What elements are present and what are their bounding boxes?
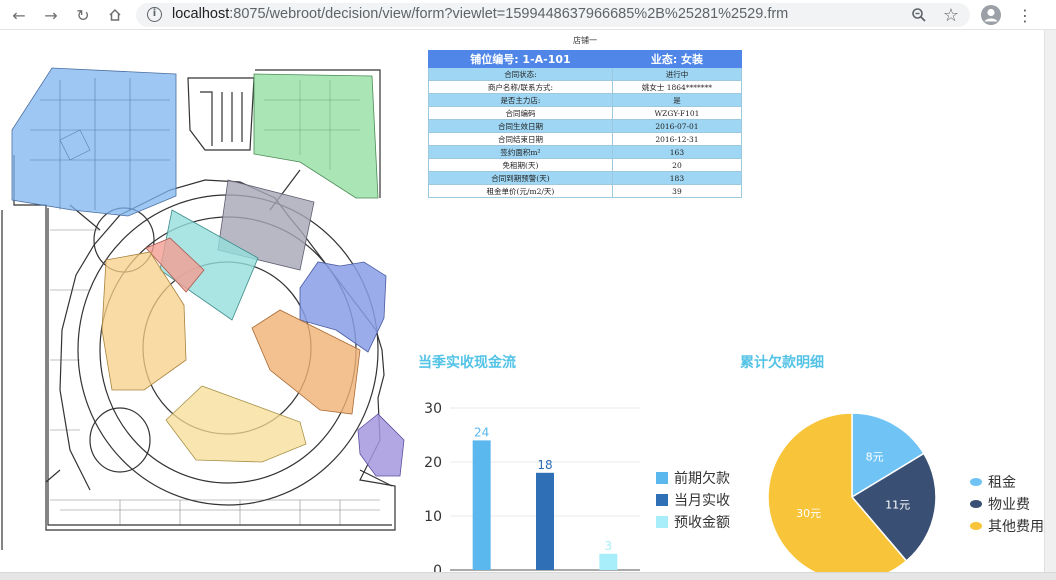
bar xyxy=(472,440,491,570)
reload-icon[interactable]: ↻ xyxy=(72,4,94,26)
row-label: 合同结束日期 xyxy=(428,132,613,146)
row-label: 免租期(天) xyxy=(428,158,613,172)
url-path: :8075/webroot/decision/view/form?viewlet… xyxy=(229,6,789,22)
table-row: 合同生效日期 2016-07-01 xyxy=(428,119,743,133)
legend-label: 当月实收 xyxy=(674,493,730,509)
home-icon[interactable] xyxy=(104,4,126,26)
pie-slice-label: 8元 xyxy=(866,451,884,464)
table-row: 合同结束日期 2016-12-31 xyxy=(428,132,743,146)
table-row: 商户名称/联系方式: 姚女士 1864******* xyxy=(428,80,743,94)
menu-dots-icon[interactable]: ⋮ xyxy=(1014,4,1036,26)
row-value: 2016-12-31 xyxy=(611,132,743,146)
url-text[interactable]: localhost:8075/webroot/decision/view/for… xyxy=(172,6,788,22)
table-row: 租金单价(元/m2/天) 39 xyxy=(428,184,743,198)
vertical-scrollbar[interactable] xyxy=(1044,30,1056,580)
row-label: 合同状态: xyxy=(428,67,613,81)
legend-label: 其他费用 xyxy=(988,519,1044,535)
legend-swatch xyxy=(656,494,668,506)
legend-label: 预收金额 xyxy=(674,515,730,531)
profile-avatar-icon[interactable] xyxy=(980,4,1002,26)
horizontal-scrollbar[interactable] xyxy=(0,572,1056,580)
table-row: 合同状态: 进行中 xyxy=(428,67,743,81)
info-icon[interactable]: i xyxy=(147,7,162,22)
table-row: 合同编码 WZGY-F101 xyxy=(428,106,743,120)
pie-slice-label: 11元 xyxy=(885,498,910,511)
row-value: 39 xyxy=(611,184,743,198)
y-tick-label: 10 xyxy=(424,509,442,525)
bar-data-label: 3 xyxy=(605,539,613,553)
cashflow-bar-chart: 010203024183店铺一前期欠款当月实收预收金额 xyxy=(424,401,730,575)
y-tick-label: 20 xyxy=(424,455,442,471)
url-host: localhost xyxy=(172,6,230,22)
legend-swatch xyxy=(656,472,668,484)
bar xyxy=(536,472,554,570)
bar-data-label: 18 xyxy=(537,458,552,472)
legend-swatch xyxy=(656,516,668,528)
mall-floorplan xyxy=(1,67,405,550)
legend-marker xyxy=(970,500,982,508)
legend-label: 租金 xyxy=(988,475,1016,491)
table-header-row: 铺位编号: 1-A-101 业态: 女装 xyxy=(428,50,743,68)
forward-icon[interactable]: → xyxy=(40,4,62,26)
back-icon[interactable]: ← xyxy=(8,4,30,26)
zoom-icon[interactable] xyxy=(908,4,930,26)
row-value: 183 xyxy=(611,171,743,185)
row-value: 进行中 xyxy=(611,67,743,81)
shop-title: 店铺一 xyxy=(573,36,597,45)
row-label: 商户名称/联系方式: xyxy=(428,80,613,94)
shop-info-table: 铺位编号: 1-A-101 业态: 女装 合同状态: 进行中 商户名称/联系方式:… xyxy=(428,50,743,198)
table-row: 合同到期预警(天) 183 xyxy=(428,171,743,185)
address-bar[interactable]: i localhost:8075/webroot/decision/view/f… xyxy=(136,3,970,27)
y-tick-label: 30 xyxy=(424,401,442,417)
row-label: 租金单价(元/m2/天) xyxy=(428,184,613,198)
row-label: 合同生效日期 xyxy=(428,119,613,133)
row-value: WZGY-F101 xyxy=(611,106,743,120)
legend-label: 前期欠款 xyxy=(674,470,730,487)
cashflow-title: 当季实收现金流 xyxy=(418,355,516,371)
bookmark-star-icon[interactable]: ☆ xyxy=(940,4,962,26)
arrears-pie-chart: 8元 11元 30元 租金物业费其他费用 xyxy=(767,412,1044,575)
arrears-title: 累计欠款明细 xyxy=(740,355,824,371)
bar xyxy=(599,553,618,570)
row-label: 合同到期预警(天) xyxy=(428,171,613,185)
table-row: 是否主力店: 是 xyxy=(428,93,743,107)
report-viewport: 店铺一 铺位编号: 1-A-101 业态: 女装 合同状态: 进行中 商户名称/联… xyxy=(0,30,1056,580)
business-type-header: 业态: 女装 xyxy=(611,50,743,68)
row-value: 163 xyxy=(611,145,743,159)
legend-label: 物业费 xyxy=(988,497,1030,513)
legend-marker xyxy=(970,522,982,530)
row-value: 20 xyxy=(611,158,743,172)
row-value: 是 xyxy=(611,93,743,107)
row-label: 是否主力店: xyxy=(428,93,613,107)
row-label: 合同编码 xyxy=(428,106,613,120)
row-value: 2016-07-01 xyxy=(611,119,743,133)
legend-marker xyxy=(970,478,982,486)
browser-toolbar: ← → ↻ i localhost:8075/webroot/decision/… xyxy=(0,0,1056,30)
table-row: 免租期(天) 20 xyxy=(428,158,743,172)
table-row: 签约面积m² 163 xyxy=(428,145,743,159)
pie-slice-label: 30元 xyxy=(796,507,821,520)
bar-data-label: 24 xyxy=(474,425,489,439)
row-value: 姚女士 1864******* xyxy=(611,80,743,94)
row-label: 签约面积m² xyxy=(428,145,613,159)
shop-number-header: 铺位编号: 1-A-101 xyxy=(428,50,613,68)
